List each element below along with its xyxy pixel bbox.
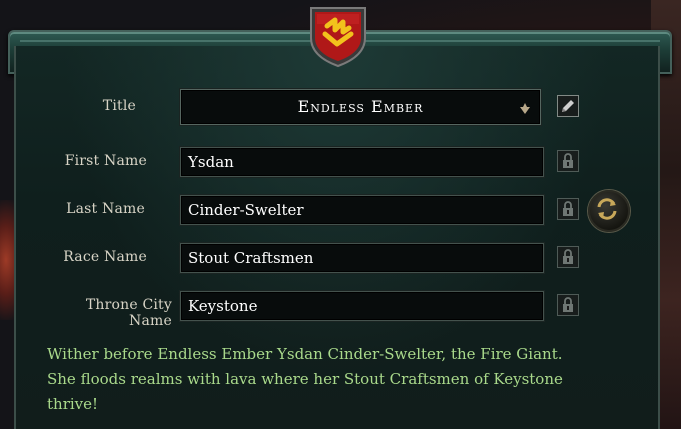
lock-first-name-button[interactable] [557, 150, 579, 172]
reroll-name-button[interactable] [588, 190, 630, 232]
fire-crest-icon [310, 7, 366, 68]
pencil-icon [562, 100, 574, 112]
title-dropdown[interactable]: Endless Ember [180, 89, 541, 125]
last-name-input[interactable]: Cinder-Swelter [180, 195, 544, 225]
race-name-input[interactable]: Stout Craftsmen [180, 243, 544, 273]
first-name-input[interactable]: Ysdan [180, 147, 544, 177]
throne-city-name-input[interactable]: Keystone [180, 291, 544, 321]
chevron-down-icon [520, 103, 530, 114]
title-value: Endless Ember [297, 97, 424, 116]
lock-throne-city-name-button[interactable] [557, 294, 579, 316]
first-name-label: First Name [64, 153, 147, 169]
last-name-label: Last Name [66, 201, 145, 217]
lock-icon [563, 297, 573, 312]
lock-race-name-button[interactable] [557, 246, 579, 268]
title-label: Title [102, 98, 136, 114]
lock-icon [563, 153, 573, 168]
refresh-icon [597, 198, 617, 220]
ruler-description: Wither before Endless Ember Ysdan Cinder… [47, 345, 563, 413]
lock-icon [563, 249, 573, 264]
throne-city-name-label: Throne City Name [85, 297, 172, 329]
lock-last-name-button[interactable] [557, 198, 579, 220]
edit-title-button[interactable] [557, 95, 579, 117]
race-name-label: Race Name [63, 249, 147, 265]
lock-icon [563, 201, 573, 216]
